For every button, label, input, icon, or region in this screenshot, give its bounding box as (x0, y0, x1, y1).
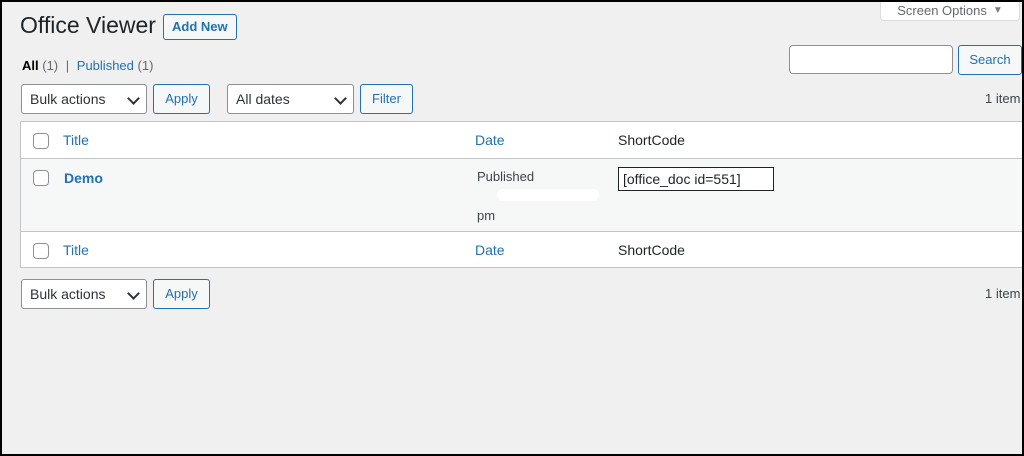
item-count-top: 1 item (985, 91, 1021, 106)
screen-options-button[interactable]: Screen Options ▼ (880, 0, 1020, 21)
select-all-checkbox[interactable] (33, 133, 49, 149)
filter-published-link[interactable]: Published (77, 58, 134, 73)
post-title-link[interactable]: Demo (64, 170, 103, 186)
caret-down-icon: ▼ (992, 4, 1003, 16)
add-new-button[interactable]: Add New (163, 14, 237, 40)
table-header-row: Title Date ShortCode (21, 122, 1024, 158)
apply-button-top[interactable]: Apply (153, 84, 210, 114)
item-count-bottom: 1 item (985, 286, 1021, 301)
bulk-actions-label: Bulk actions (30, 91, 106, 107)
bulk-actions-label: Bulk actions (30, 286, 106, 302)
filter-all-count: (1) (42, 58, 59, 73)
column-date-footer[interactable]: Date (475, 242, 505, 258)
select-all-checkbox-footer[interactable] (33, 243, 49, 259)
page-title: Office Viewer (20, 12, 156, 38)
screen-options-label: Screen Options (897, 2, 987, 18)
shortcode-field[interactable]: [office_doc id=551] (618, 167, 774, 191)
column-shortcode-header: ShortCode (618, 132, 685, 148)
redacted-date (497, 189, 599, 201)
column-title-header[interactable]: Title (63, 132, 89, 148)
filter-all-link[interactable]: All (22, 58, 39, 73)
bulk-actions-select-top[interactable]: Bulk actions (21, 84, 147, 114)
row-checkbox[interactable] (33, 170, 49, 186)
status-filter-links: All (1) | Published (1) (22, 58, 153, 73)
chevron-down-icon (127, 287, 140, 300)
dates-select[interactable]: All dates (227, 84, 354, 114)
table-footer-row: Title Date ShortCode (21, 232, 1024, 268)
dates-label: All dates (236, 91, 290, 107)
chevron-down-icon (334, 92, 347, 105)
column-shortcode-footer: ShortCode (618, 242, 685, 258)
post-time: pm (477, 208, 496, 223)
table-row: Demo Published pm [office_doc id=551] (21, 158, 1024, 232)
search-input[interactable] (789, 45, 953, 74)
filter-separator: | (65, 58, 70, 73)
post-status: Published (477, 169, 535, 184)
apply-button-bottom[interactable]: Apply (153, 279, 210, 309)
column-date-header[interactable]: Date (475, 132, 505, 148)
bulk-actions-select-bottom[interactable]: Bulk actions (21, 279, 147, 309)
posts-table: Title Date ShortCode Demo Published pm [… (20, 121, 1024, 268)
search-button[interactable]: Search (958, 45, 1022, 75)
filter-published-count: (1) (137, 58, 154, 73)
column-title-footer[interactable]: Title (63, 242, 89, 258)
chevron-down-icon (127, 92, 140, 105)
filter-button[interactable]: Filter (360, 84, 413, 114)
